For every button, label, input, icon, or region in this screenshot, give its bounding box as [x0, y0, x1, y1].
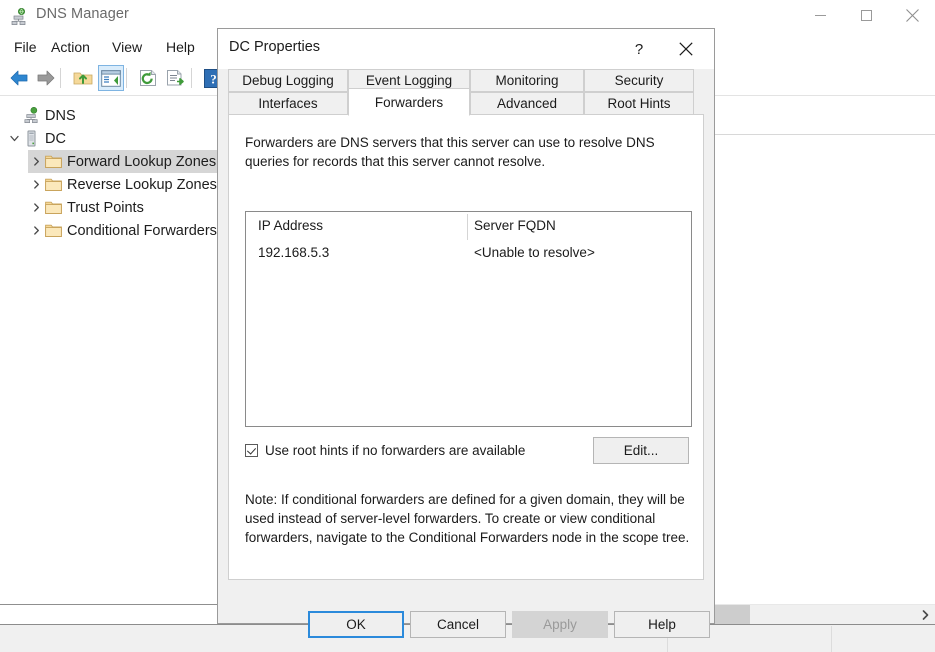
- toolbar-separator: [60, 68, 61, 88]
- menu-file[interactable]: File: [8, 37, 43, 57]
- folder-icon: [44, 222, 62, 240]
- back-arrow-icon[interactable]: [6, 65, 32, 91]
- toolbar-separator: [126, 68, 127, 88]
- tree-chevron-placeholder: [6, 108, 22, 124]
- menu-view[interactable]: View: [106, 37, 148, 57]
- conditional-forwarders-note: Note: If conditional forwarders are defi…: [245, 492, 690, 545]
- tab-interfaces[interactable]: Interfaces: [228, 92, 348, 115]
- dialog-tabstrip: Debug Logging Event Logging Monitoring S…: [228, 69, 704, 116]
- dialog-titlebar: DC Properties ?: [218, 29, 714, 69]
- ok-button[interactable]: OK: [308, 611, 404, 638]
- folder-icon: [44, 199, 62, 217]
- edit-button[interactable]: Edit...: [593, 437, 689, 464]
- tab-monitoring[interactable]: Monitoring: [470, 69, 584, 92]
- tree-node-label: DC: [45, 130, 66, 147]
- tab-advanced[interactable]: Advanced: [470, 92, 584, 115]
- use-root-hints-checkbox[interactable]: [245, 444, 258, 457]
- dns-root-icon: [22, 107, 40, 125]
- forwarders-column-server-fqdn[interactable]: Server FQDN: [474, 218, 556, 233]
- tab-root-hints[interactable]: Root Hints: [584, 92, 694, 115]
- status-bar-separator: [831, 626, 832, 652]
- tree-node-trust-points[interactable]: Trust Points: [28, 196, 144, 219]
- maximize-icon[interactable]: [843, 0, 889, 30]
- help-button[interactable]: Help: [614, 611, 710, 638]
- help-question-icon[interactable]: ?: [622, 34, 656, 64]
- cancel-button[interactable]: Cancel: [410, 611, 506, 638]
- tree-node-label: Reverse Lookup Zones: [67, 176, 217, 193]
- chevron-down-icon[interactable]: [6, 131, 22, 147]
- use-root-hints-label: Use root hints if no forwarders are avai…: [265, 443, 526, 458]
- tree-node-label: DNS: [45, 107, 76, 124]
- window-title: DNS Manager: [36, 6, 129, 22]
- close-icon[interactable]: [666, 34, 706, 64]
- tree-pane-bottom-border: [0, 604, 241, 605]
- window-controls: [797, 0, 935, 30]
- tree-node-dc[interactable]: DC: [0, 127, 66, 150]
- forwarders-column-separator[interactable]: [467, 214, 468, 240]
- forwarders-list-header: IP Address Server FQDN: [246, 212, 691, 242]
- tree-node-forward-lookup-zones[interactable]: Forward Lookup Zones: [28, 150, 240, 173]
- tree-node-label: Trust Points: [67, 199, 144, 216]
- forwarders-description: Forwarders are DNS servers that this ser…: [245, 135, 655, 169]
- tree-node-dns[interactable]: DNS: [0, 104, 76, 127]
- server-icon: [22, 130, 40, 148]
- folder-icon: [44, 176, 62, 194]
- minimize-icon[interactable]: [797, 0, 843, 30]
- tab-forwarders[interactable]: Forwarders: [348, 88, 470, 116]
- tab-security[interactable]: Security: [584, 69, 694, 92]
- forward-arrow-icon[interactable]: [33, 65, 59, 91]
- up-folder-icon[interactable]: [70, 65, 96, 91]
- chevron-right-icon[interactable]: [28, 200, 44, 216]
- tree-node-conditional-forwarders[interactable]: Conditional Forwarders: [28, 219, 217, 242]
- forwarders-column-ip-address[interactable]: IP Address: [258, 218, 323, 233]
- forwarders-cell-ip[interactable]: 192.168.5.3: [258, 245, 329, 260]
- tree-node-label: Conditional Forwarders: [67, 222, 217, 239]
- forwarders-cell-fqdn[interactable]: <Unable to resolve>: [474, 245, 595, 260]
- forwarders-listview[interactable]: IP Address Server FQDN 192.168.5.3 <Unab…: [245, 211, 692, 427]
- chevron-right-icon[interactable]: [916, 605, 935, 624]
- tree-node-reverse-lookup-zones[interactable]: Reverse Lookup Zones: [28, 173, 217, 196]
- menu-help[interactable]: Help: [160, 37, 201, 57]
- apply-button: Apply: [512, 611, 608, 638]
- tree-node-label: Forward Lookup Zones: [67, 153, 217, 170]
- menu-action[interactable]: Action: [45, 37, 96, 57]
- dc-properties-dialog: DC Properties ? Debug Logging Event Logg…: [217, 28, 715, 638]
- screen: DNS Manager File Action View Help ? DNS …: [0, 0, 935, 652]
- svg-text:?: ?: [210, 71, 217, 86]
- tab-debug-logging[interactable]: Debug Logging: [228, 69, 348, 92]
- dialog-title: DC Properties: [229, 39, 321, 55]
- console-tree-pane: DNS DC Forward Lookup Zones Reverse Look…: [0, 96, 240, 604]
- export-list-icon[interactable]: [163, 65, 189, 91]
- chevron-right-icon[interactable]: [28, 154, 44, 170]
- dialog-button-row: OK Cancel Apply Help: [218, 584, 714, 638]
- chevron-right-icon[interactable]: [28, 177, 44, 193]
- chevron-right-icon[interactable]: [28, 223, 44, 239]
- toolbar-separator: [191, 68, 192, 88]
- use-root-hints-checkbox-row[interactable]: Use root hints if no forwarders are avai…: [245, 443, 525, 458]
- forwarders-tab-panel: Forwarders are DNS servers that this ser…: [228, 114, 704, 580]
- dns-server-icon: [10, 7, 28, 26]
- folder-icon: [44, 153, 62, 171]
- refresh-icon[interactable]: [135, 65, 161, 91]
- show-hide-console-tree-icon[interactable]: [98, 65, 124, 91]
- close-icon[interactable]: [889, 0, 935, 30]
